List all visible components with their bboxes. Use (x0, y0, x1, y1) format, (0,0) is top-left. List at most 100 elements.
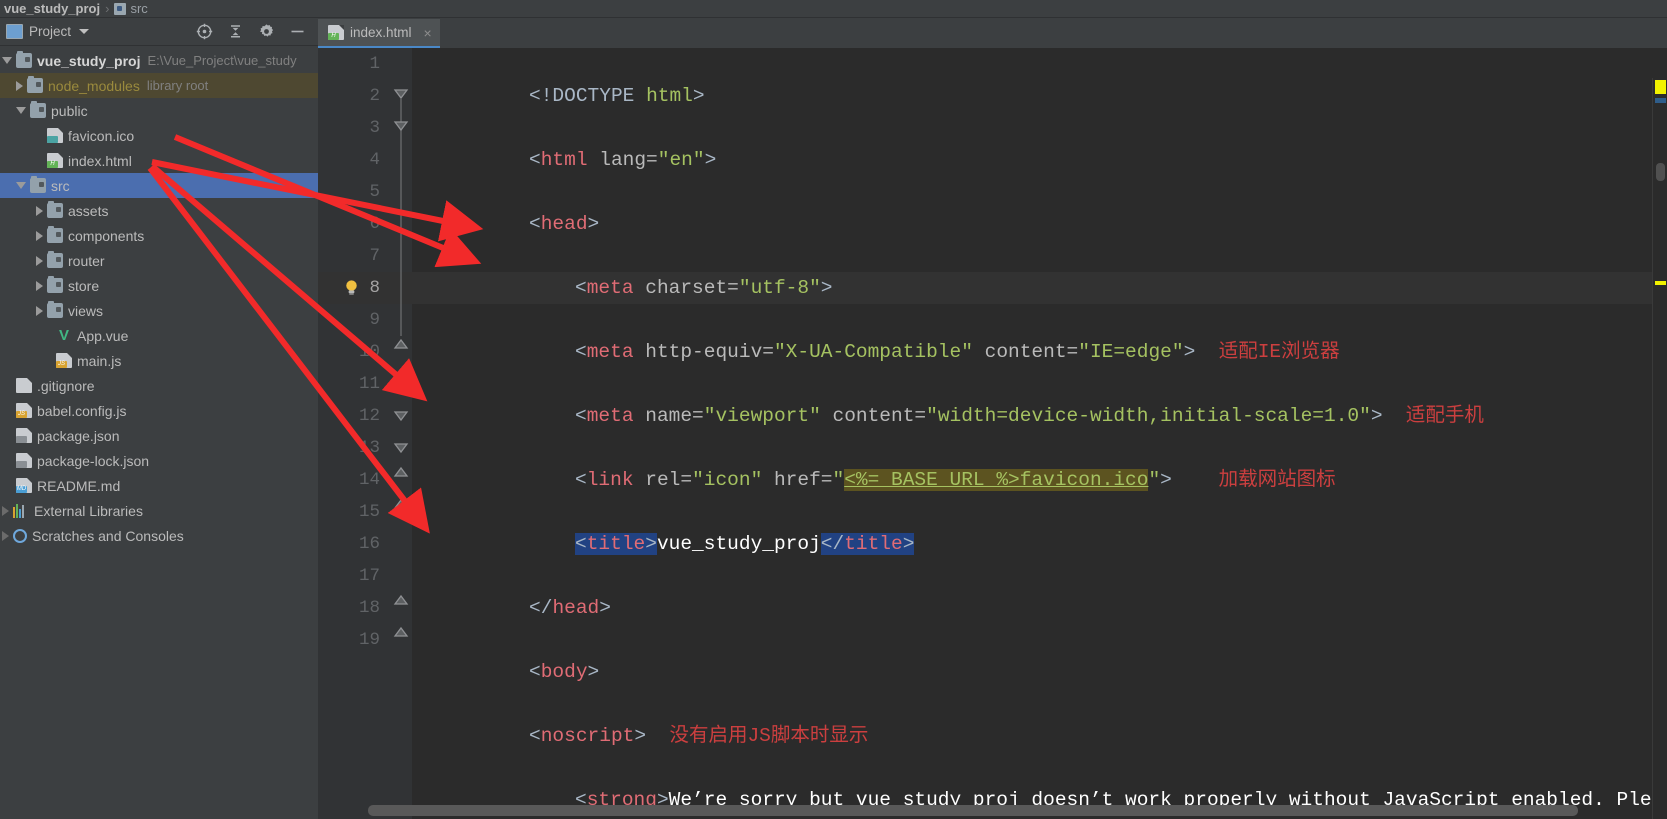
locate-icon[interactable] (196, 23, 213, 40)
tree-item-label: main.js (77, 352, 122, 369)
tab-label: index.html (350, 25, 412, 40)
tree-item-views[interactable]: views (0, 298, 318, 323)
chevron-closed-icon[interactable] (2, 530, 9, 541)
tree-item-label: External Libraries (34, 502, 143, 519)
tree-item-favicon-ico[interactable]: favicon.ico (0, 123, 318, 148)
code-line-1: <!DOCTYPE html> (529, 85, 705, 107)
code-line-10: <body> (529, 661, 600, 683)
editor-tabbar: H index.html × (318, 18, 1667, 48)
json-file-icon (16, 453, 32, 468)
chevron-open-icon[interactable] (16, 107, 26, 114)
folder-icon (47, 201, 63, 218)
js-file-icon: JS (16, 403, 32, 418)
base-url-expression: <%= BASE_URL %>favicon.ico (844, 469, 1149, 491)
folder-icon (47, 251, 63, 268)
tree-item-suffix: library root (146, 78, 209, 93)
collapse-all-icon[interactable] (227, 23, 244, 40)
folder-icon (114, 2, 127, 15)
project-tool-window: Project vue_study_proj E:\Vue_Project\vu… (0, 18, 318, 819)
js-file-icon: JS (56, 353, 72, 368)
tree-item-label: store (68, 277, 100, 294)
chevron-closed-icon[interactable] (2, 505, 9, 516)
chevron-closed-icon[interactable] (36, 305, 43, 316)
vue-file-icon: V (58, 327, 69, 344)
tree-item-label: vue_study_proj (37, 52, 141, 69)
tree-item-label: components (68, 227, 145, 244)
chevron-closed-icon[interactable] (16, 80, 23, 91)
libraries-icon (13, 503, 29, 518)
tree-item-label: Scratches and Consoles (32, 527, 184, 544)
tree-item-label: .gitignore (37, 377, 95, 394)
tree-item-node_modules[interactable]: node_modules library root (0, 73, 318, 98)
annotation-mobile: 适配手机 (1405, 405, 1484, 427)
chevron-closed-icon[interactable] (36, 255, 43, 266)
tree-item-label: public (51, 102, 88, 119)
chevron-closed-icon[interactable] (36, 280, 43, 291)
chevron-closed-icon[interactable] (36, 205, 43, 216)
folder-icon (16, 51, 32, 68)
tree-item-babel-config-js[interactable]: JS babel.config.js (0, 398, 318, 423)
tree-item-main-js[interactable]: JS main.js (0, 348, 318, 373)
horizontal-scrollbar-thumb[interactable] (368, 805, 1578, 816)
code-view[interactable]: 1 2 3 4 5 6 7 8 9 10 11 12 13 14 15 16 1… (318, 48, 1667, 819)
fold-markers[interactable] (390, 48, 412, 748)
json-file-icon (16, 428, 32, 443)
folder-icon (47, 301, 63, 318)
intellij-ide-window: vue_study_proj › src Project vue_study_p… (0, 0, 1667, 819)
tree-item-readme-md[interactable]: MD README.md (0, 473, 318, 498)
tree-item-scratches-and-consoles[interactable]: Scratches and Consoles (0, 523, 318, 548)
tree-item-label: router (68, 252, 105, 269)
tree-item-app-vue[interactable]: V App.vue (0, 323, 318, 348)
tree-item-label: App.vue (77, 327, 129, 344)
error-marker-strip[interactable] (1652, 78, 1667, 819)
tree-item-vue_study_proj[interactable]: vue_study_proj E:\Vue_Project\vue_study (0, 48, 318, 73)
code-line-3: <head> (529, 213, 600, 235)
tree-item-index-html[interactable]: H index.html (0, 148, 318, 173)
tree-item-src[interactable]: src (0, 173, 318, 198)
settings-gear-icon[interactable] (258, 23, 275, 40)
tree-item-store[interactable]: store (0, 273, 318, 298)
tree-item-label: assets (68, 202, 109, 219)
chevron-down-icon[interactable] (79, 29, 90, 34)
text-file-icon (16, 378, 32, 393)
tree-item-package-json[interactable]: package.json (0, 423, 318, 448)
warning-marker[interactable] (1655, 281, 1666, 285)
chevron-open-icon[interactable] (16, 182, 26, 189)
intention-bulb-icon[interactable] (342, 278, 361, 297)
change-marker (1655, 98, 1666, 103)
tree-item-gitignore[interactable]: .gitignore (0, 373, 318, 398)
annotation-favicon: 加载网站图标 (1218, 469, 1336, 491)
breadcrumb-current[interactable]: src (130, 1, 147, 16)
code-line-5: <meta http-equiv="X-UA-Compatible" conte… (575, 341, 1340, 363)
tab-index-html[interactable]: H index.html × (318, 19, 440, 48)
chevron-closed-icon[interactable] (36, 230, 43, 241)
vertical-scrollbar-thumb[interactable] (1656, 163, 1665, 181)
code-lines[interactable]: <!DOCTYPE html> <html lang="en"> <head> … (412, 48, 1667, 819)
breadcrumb: vue_study_proj › src (0, 0, 1667, 18)
tree-item-router[interactable]: router (0, 248, 318, 273)
tree-item-label: package.json (37, 427, 120, 444)
tree-item-package-lock-json[interactable]: package-lock.json (0, 448, 318, 473)
tree-item-components[interactable]: components (0, 223, 318, 248)
close-icon[interactable]: × (424, 25, 432, 41)
html-file-icon: H (328, 25, 344, 40)
annotation-noscript: 没有启用JS脚本时显示 (669, 725, 869, 747)
tree-item-label: src (51, 177, 70, 194)
project-tree[interactable]: vue_study_proj E:\Vue_Project\vue_study … (0, 46, 318, 819)
breadcrumb-root[interactable]: vue_study_proj (4, 1, 100, 16)
minimize-icon[interactable] (289, 23, 306, 40)
code-line-6: <meta name="viewport" content="width=dev… (575, 405, 1484, 427)
scratches-icon (13, 528, 27, 543)
code-line-4: <meta charset="utf-8"> (575, 277, 833, 299)
tree-item-assets[interactable]: assets (0, 198, 318, 223)
tree-item-label: package-lock.json (37, 452, 150, 469)
code-line-12: <strong>We’re sorry but vue_study_proj d… (412, 752, 1667, 811)
ico-file-icon (47, 128, 63, 143)
tree-item-public[interactable]: public (0, 98, 318, 123)
tree-item-label: babel.config.js (37, 402, 127, 419)
warning-marker[interactable] (1655, 80, 1666, 94)
tree-item-label: README.md (37, 477, 121, 494)
chevron-open-icon[interactable] (2, 57, 12, 64)
tree-item-external-libraries[interactable]: External Libraries (0, 498, 318, 523)
